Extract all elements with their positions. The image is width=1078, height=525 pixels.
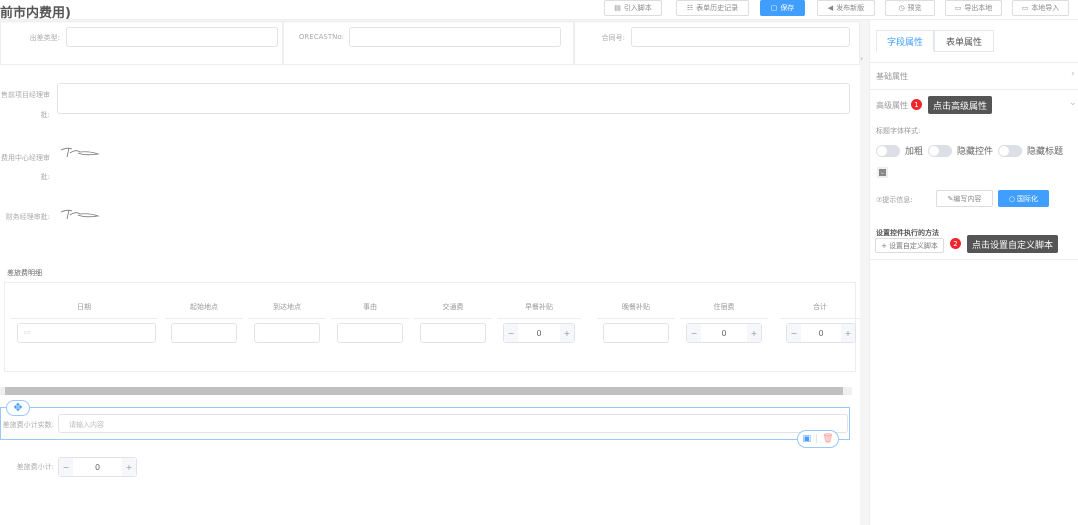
hint-label: ⑦提示信息: <box>876 196 913 204</box>
toolbar-label: 表单历史记录 <box>696 4 739 12</box>
contract-input[interactable] <box>631 27 850 47</box>
table-input[interactable] <box>420 323 486 343</box>
column-header: 住宿费 <box>680 302 768 319</box>
toolbar-icon: ▭ <box>1021 4 1029 12</box>
forecast-input[interactable] <box>349 27 561 47</box>
column-header: 日期 <box>10 302 158 319</box>
column-header: 交通费 <box>414 302 492 319</box>
toolbar-label: 预览 <box>907 4 922 12</box>
column-header: 到达地点 <box>248 302 326 319</box>
callout-badge-1: 1 <box>911 99 922 110</box>
table-input[interactable] <box>254 323 320 343</box>
section-title: 差旅费明细 <box>7 269 42 277</box>
collapse-icon[interactable]: › <box>860 54 869 63</box>
table-stepper[interactable]: −0 + <box>786 323 856 343</box>
i18n-label: 国际化 <box>1017 194 1039 203</box>
toolbar-button[interactable]: ◀ 发布新版 <box>817 0 875 16</box>
column-header: 起始地点 <box>165 302 243 319</box>
trip-type-input[interactable] <box>66 27 278 47</box>
signature-image <box>60 209 100 220</box>
copy-icon[interactable]: ▣ <box>803 434 812 444</box>
tab-field-properties[interactable]: 字段属性 <box>876 30 934 52</box>
cost-center-label: 费用中心经理审 <box>1 154 50 162</box>
column-header: 晚餐补贴 <box>597 302 675 319</box>
toolbar-label: 引入脚本 <box>623 4 652 12</box>
date-picker[interactable]: ▭ <box>17 323 156 343</box>
page-title: 前市内费用) <box>0 6 71 21</box>
bold-toggle[interactable] <box>876 144 900 157</box>
callout-badge-2: 2 <box>950 238 961 249</box>
toolbar-button[interactable]: ▤ 引入脚本 <box>604 0 662 16</box>
method-title: 设置控件执行的方法 <box>876 229 939 237</box>
finance-label: 财务经理审批: <box>5 213 50 221</box>
forecast-label: ORECASTNo: <box>298 33 344 41</box>
bold-label: 加粗 <box>905 147 924 157</box>
subtotal-label: 差旅费小计: <box>16 463 54 471</box>
basic-properties[interactable]: 基础属性 <box>876 71 908 82</box>
panel-divider: › <box>860 20 869 525</box>
tab-form-properties[interactable]: 表单属性 <box>934 30 994 52</box>
advanced-properties[interactable]: 高级属性 <box>876 100 908 111</box>
table-input[interactable] <box>603 323 669 343</box>
callout-tooltip-2: 点击设置自定义脚本 <box>967 235 1059 253</box>
toolbar-button[interactable]: ▢ 保存 <box>760 0 805 16</box>
globe-icon: ○ <box>1008 194 1016 203</box>
toolbar-button[interactable]: ◷ 预览 <box>885 0 935 16</box>
toolbar-label: 发布新版 <box>836 4 865 12</box>
subtotal-actual-input[interactable]: 请输入内容 <box>58 414 848 433</box>
toolbar-icon: ◷ <box>898 4 905 12</box>
subtotal-actual-label: 差旅费小计实数: <box>2 421 54 429</box>
toolbar-icon: ▤ <box>614 4 621 12</box>
horizontal-scrollbar[interactable] <box>0 387 852 395</box>
trip-type-label: 出差类型: <box>29 34 60 42</box>
table-input[interactable] <box>337 323 403 343</box>
drag-move-icon[interactable]: ✥ <box>6 400 30 416</box>
table-stepper[interactable]: −0 + <box>686 323 762 343</box>
contract-label: 合同号: <box>601 34 625 42</box>
toolbar-label: 导出本地 <box>964 4 993 12</box>
custom-script-button[interactable]: + 设置自定义脚本 <box>875 238 944 253</box>
callout-tooltip-1: 点击高级属性 <box>928 96 993 114</box>
toolbar-label: 本地导入 <box>1031 4 1060 12</box>
stepper-value[interactable]: 0 <box>701 324 747 342</box>
column-header: 事由 <box>331 302 409 319</box>
presales-label: 售前项目经理审 <box>1 91 50 99</box>
chevron-down-icon: ⌄ <box>1069 98 1077 108</box>
color-picker[interactable]: ⌄ <box>877 167 888 178</box>
hide-title-toggle[interactable] <box>998 144 1023 157</box>
signature-image <box>60 147 100 158</box>
plus-icon: + <box>881 241 887 250</box>
field-actions: ▣ | 🗑 <box>797 430 839 448</box>
toolbar-label: 保存 <box>780 4 795 12</box>
delete-icon[interactable]: 🗑 <box>822 434 833 444</box>
presales-label-suffix: 批: <box>40 111 50 119</box>
table-stepper[interactable]: −0 + <box>503 323 575 343</box>
toolbar-icon: ▭ <box>954 4 962 12</box>
toolbar-icon: ◀ <box>827 4 834 12</box>
toolbar-button[interactable]: ▭ 导出本地 <box>945 0 1002 16</box>
custom-script-label: 设置自定义脚本 <box>888 241 938 250</box>
column-header: 早餐补贴 <box>497 302 581 319</box>
cost-center-label-suffix: 批: <box>40 173 50 181</box>
edit-content-button[interactable]: ✎编写内容 <box>936 190 993 207</box>
subtotal-stepper[interactable]: −0 + <box>58 457 137 477</box>
presales-approval-textarea[interactable] <box>57 83 850 114</box>
toolbar-button[interactable]: ☷ 表单历史记录 <box>676 0 749 16</box>
toolbar-icon: ☷ <box>686 4 694 12</box>
column-header: 合计 <box>780 302 860 319</box>
hide-title-label: 隐藏标题 <box>1027 147 1064 157</box>
hide-control-label: 隐藏控件 <box>957 147 994 157</box>
stepper-value[interactable]: 0 <box>801 324 841 342</box>
font-style-label: 标题字体样式: <box>876 127 921 135</box>
toolbar-icon: ▢ <box>770 4 778 12</box>
toolbar-button[interactable]: ▭ 本地导入 <box>1012 0 1069 16</box>
table-input[interactable] <box>171 323 237 343</box>
subtotal-value[interactable]: 0 <box>73 458 122 476</box>
calendar-icon: ▭ <box>24 328 31 336</box>
hide-control-toggle[interactable] <box>928 144 953 157</box>
stepper-value[interactable]: 0 <box>518 324 560 342</box>
i18n-button[interactable]: ○ 国际化 <box>998 190 1049 207</box>
chevron-right-icon: › <box>1071 69 1075 79</box>
